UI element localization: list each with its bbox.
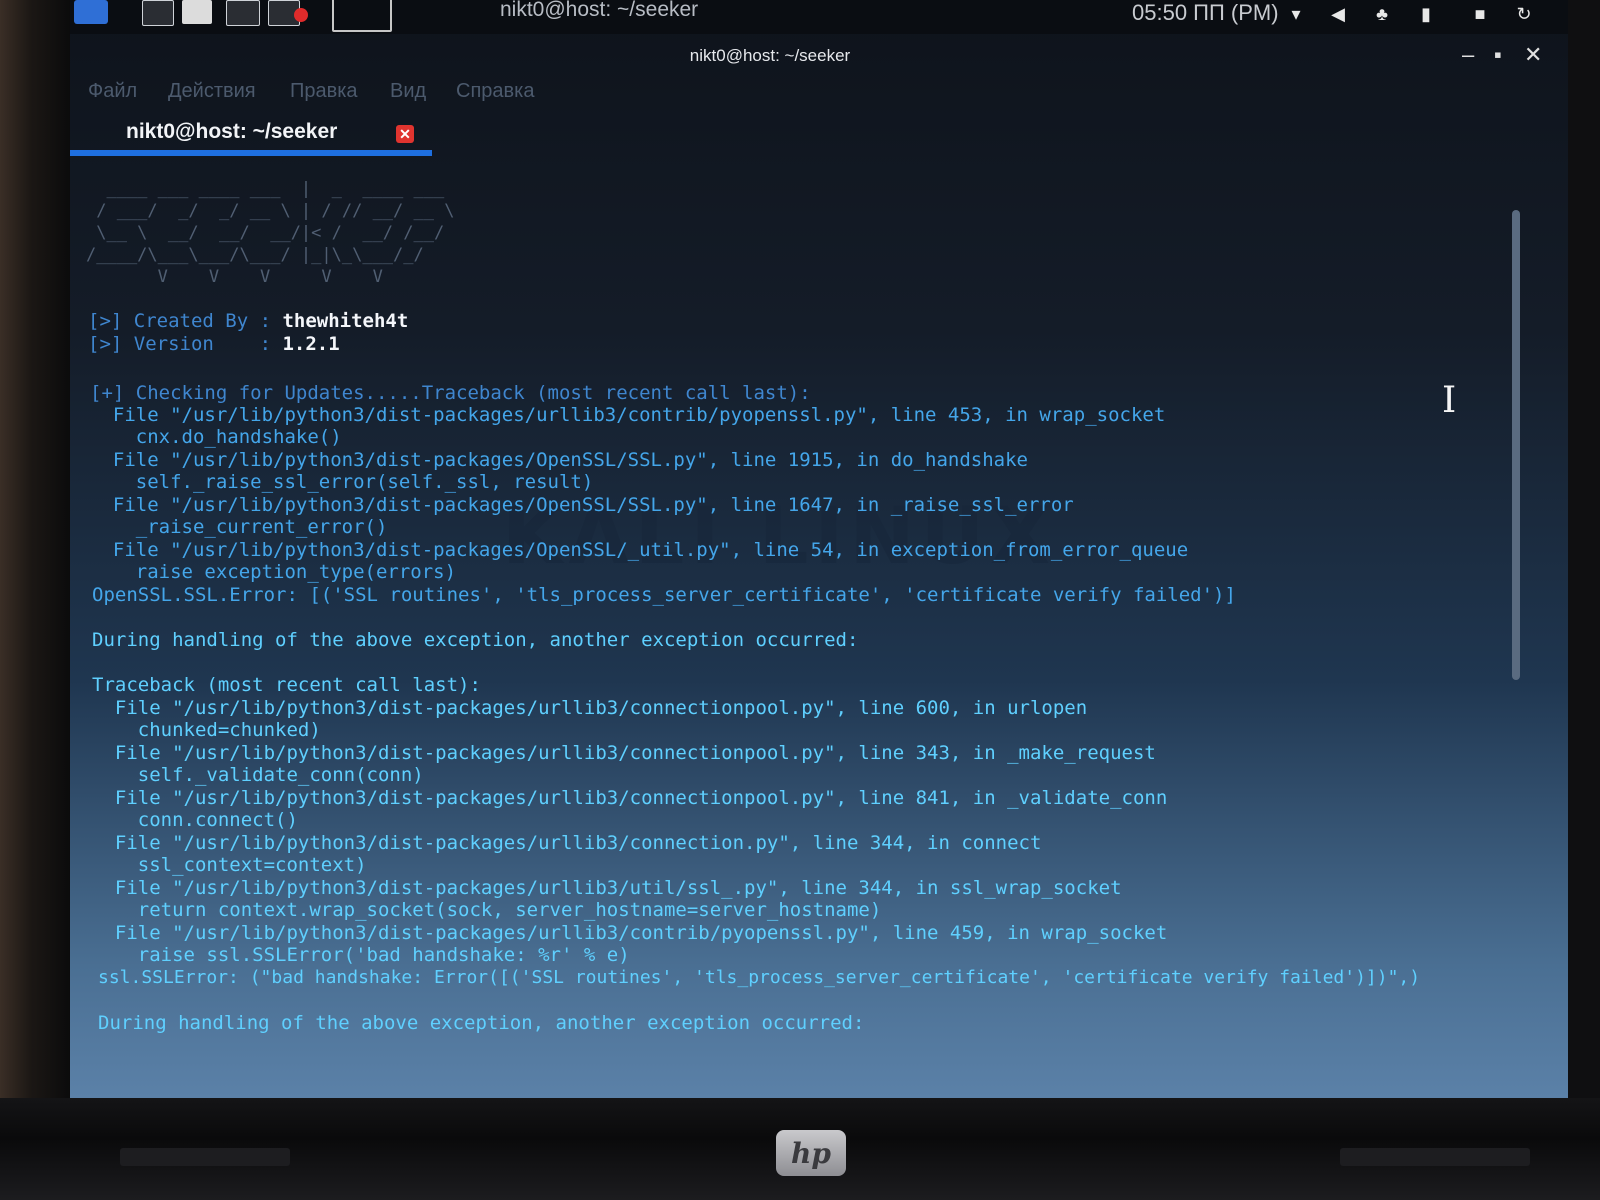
hinge-right xyxy=(1340,1148,1530,1166)
window-title: nikt0@host: ~/seeker xyxy=(689,46,851,65)
terminal-scrollbar[interactable] xyxy=(1512,210,1520,680)
output-line: File "/usr/lib/python3/dist-packages/url… xyxy=(92,832,1042,854)
menu-file[interactable]: Файл xyxy=(88,80,137,103)
output-line: Traceback (most recent call last): xyxy=(92,674,481,696)
output-line: cnx.do_handshake() xyxy=(90,426,342,448)
menu-bar: Файл Действия Правка Вид Справка xyxy=(70,78,1568,110)
close-button[interactable]: ✕ xyxy=(1524,42,1542,68)
menu-edit[interactable]: Правка xyxy=(290,80,358,103)
output-line: _raise_current_error() xyxy=(90,516,388,538)
wifi-icon[interactable]: ▾ xyxy=(1286,4,1306,24)
output-line: File "/usr/lib/python3/dist-packages/url… xyxy=(92,742,1156,764)
terminal-output[interactable]: KALI LINUX ____ ___ ____ ___ | _ ____ __… xyxy=(70,170,1510,1070)
output-line: File "/usr/lib/python3/dist-packages/url… xyxy=(92,787,1168,809)
files-launcher-icon[interactable] xyxy=(182,0,212,24)
output-line: During handling of the above exception, … xyxy=(98,1012,865,1034)
bell-icon[interactable]: ♣ xyxy=(1372,4,1392,24)
laptop-screen: nikt0@host: ~/seeker 05:50 ПП (PM) ▾ ◀ ♣… xyxy=(70,0,1568,1098)
seeker-ascii-logo: ____ ___ ____ ___ | _ ____ ___ / ___/ _/… xyxy=(86,179,455,287)
record-dot-icon xyxy=(294,8,308,22)
output-line: File "/usr/lib/python3/dist-packages/url… xyxy=(92,877,1122,899)
panel-clock[interactable]: 05:50 ПП (PM) xyxy=(1132,0,1279,26)
text-cursor-icon: I xyxy=(1442,380,1457,421)
output-line: conn.connect() xyxy=(92,809,298,831)
output-line: File "/usr/lib/python3/dist-packages/Ope… xyxy=(90,449,1028,471)
output-line: return context.wrap_socket(sock, server_… xyxy=(92,899,882,921)
tab-bar: nikt0@host: ~/seeker ✕ xyxy=(70,112,1568,158)
version-label: [>] Version : xyxy=(88,333,283,355)
tab-terminal[interactable]: nikt0@host: ~/seeker ✕ xyxy=(70,112,432,158)
created-by-label: [>] Created By : xyxy=(88,310,283,332)
terminal-launcher-icon[interactable] xyxy=(142,0,174,26)
laptop-bezel-right xyxy=(1568,0,1600,1200)
created-by-line: [>] Created By : thewhiteh4t xyxy=(88,310,408,332)
created-by-value: thewhiteh4t xyxy=(282,310,409,332)
output-line: File "/usr/lib/python3/dist-packages/url… xyxy=(92,697,1088,719)
minimize-button[interactable]: – xyxy=(1462,42,1474,68)
taskbar-window-button[interactable] xyxy=(332,0,392,32)
hp-logo: hp xyxy=(776,1130,846,1176)
panel-window-title: nikt0@host: ~/seeker xyxy=(500,0,699,21)
tab-active-indicator xyxy=(70,150,432,156)
output-line: During handling of the above exception, … xyxy=(92,629,859,651)
laptop-bezel-left xyxy=(0,0,70,1200)
power-icon[interactable]: ↻ xyxy=(1514,4,1534,24)
lock-icon[interactable]: ■ xyxy=(1470,4,1490,24)
window-launcher-icon[interactable] xyxy=(226,0,260,26)
output-line: File "/usr/lib/python3/dist-packages/url… xyxy=(92,922,1168,944)
tab-label: nikt0@host: ~/seeker xyxy=(126,120,338,143)
menu-help[interactable]: Справка xyxy=(456,80,534,103)
output-line: raise exception_type(errors) xyxy=(90,561,457,583)
output-line: File "/usr/lib/python3/dist-packages/Ope… xyxy=(90,494,1074,516)
app-menu-icon[interactable] xyxy=(74,0,108,24)
tab-close-icon[interactable]: ✕ xyxy=(396,125,414,143)
output-line: ssl_context=context) xyxy=(92,854,367,876)
hinge-left xyxy=(120,1148,290,1166)
output-line: File "/usr/lib/python3/dist-packages/Ope… xyxy=(90,539,1189,561)
volume-icon[interactable]: ◀ xyxy=(1328,4,1348,24)
version-value: 1.2.1 xyxy=(282,333,340,355)
version-line: [>] Version : 1.2.1 xyxy=(88,333,340,355)
output-line: OpenSSL.SSL.Error: [('SSL routines', 'tl… xyxy=(92,584,1236,606)
output-line: [+] Checking for Updates.....Traceback (… xyxy=(90,382,811,404)
output-line: chunked=chunked) xyxy=(92,719,321,741)
output-line: File "/usr/lib/python3/dist-packages/url… xyxy=(90,404,1166,426)
output-line: raise ssl.SSLError('bad handshake: %r' %… xyxy=(92,944,630,966)
menu-view[interactable]: Вид xyxy=(390,80,426,103)
window-titlebar: nikt0@host: ~/seeker – ▪ ✕ xyxy=(70,34,1568,78)
menu-actions[interactable]: Действия xyxy=(168,80,256,103)
output-line: self._raise_ssl_error(self._ssl, result) xyxy=(90,471,594,493)
output-line: self._validate_conn(conn) xyxy=(92,764,424,786)
output-line: ssl.SSLError: ("bad handshake: Error([('… xyxy=(98,967,1421,988)
top-panel: nikt0@host: ~/seeker 05:50 ПП (PM) ▾ ◀ ♣… xyxy=(70,0,1568,34)
battery-icon[interactable]: ▮ xyxy=(1416,4,1436,24)
maximize-button[interactable]: ▪ xyxy=(1494,42,1502,68)
